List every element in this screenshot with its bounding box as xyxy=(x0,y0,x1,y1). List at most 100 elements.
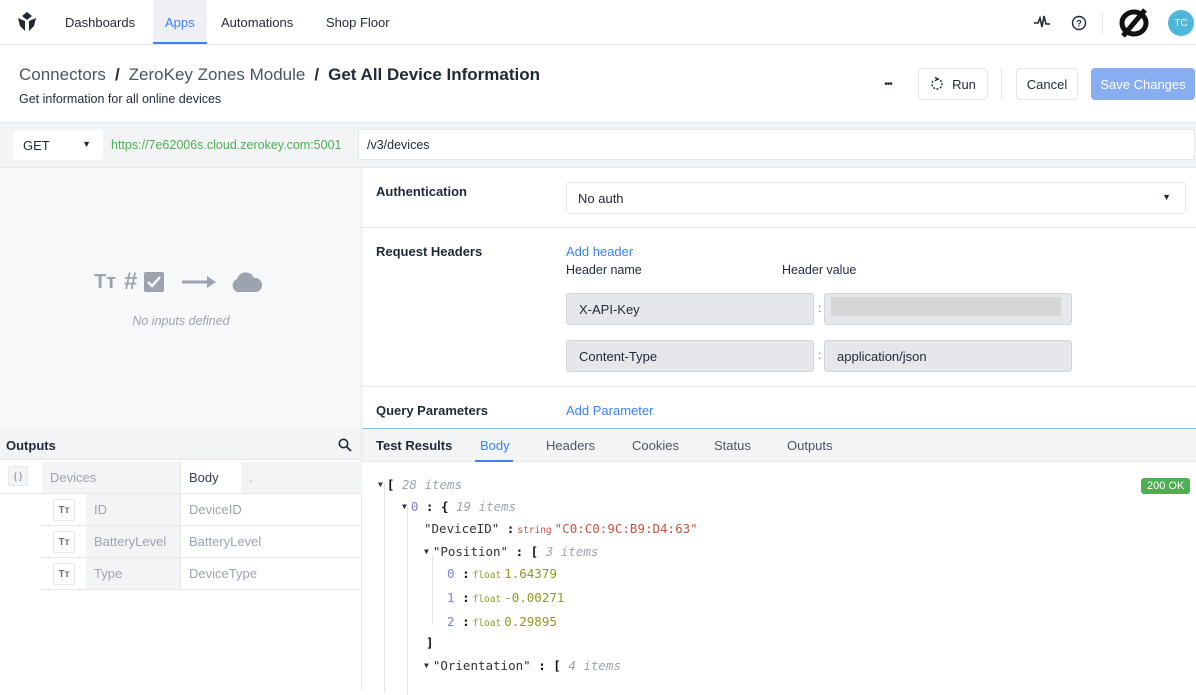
output-field-name: ID xyxy=(86,494,180,525)
top-navigation: Dashboards Apps Automations Shop Floor ?… xyxy=(0,0,1196,45)
json-deviceid-line: "DeviceID" : string "C0:C0:9C:B9:D4:63" xyxy=(424,521,698,536)
nav-apps[interactable]: Apps xyxy=(153,0,207,44)
run-button[interactable]: Run xyxy=(918,68,988,100)
http-method-select[interactable]: GET ▼ xyxy=(13,130,103,160)
header-name-input[interactable]: Content-Type xyxy=(566,340,814,372)
request-headers-label: Request Headers xyxy=(376,244,483,259)
header-name-column: Header name xyxy=(566,263,642,277)
json-index: 0 xyxy=(447,566,455,581)
page-subtitle: Get information for all online devices xyxy=(19,92,222,106)
nav-divider xyxy=(1102,12,1103,34)
text-type-icon: Tт xyxy=(53,531,75,553)
tab-status[interactable]: Status xyxy=(714,438,751,453)
header-name-input[interactable]: X-API-Key xyxy=(566,293,814,325)
output-field-path[interactable]: DeviceID xyxy=(180,494,362,525)
help-icon[interactable]: ? xyxy=(1071,15,1087,31)
colon-separator: : xyxy=(818,301,822,315)
chevron-down-icon: ▼ xyxy=(82,139,91,149)
divider xyxy=(362,386,1196,387)
nav-automations[interactable]: Automations xyxy=(209,0,305,44)
collapse-triangle-icon[interactable]: ▼ xyxy=(378,475,383,495)
indent-guide xyxy=(407,505,408,695)
json-position-line[interactable]: ▼ "Position" : [ 3 items xyxy=(424,542,598,562)
tab-headers[interactable]: Headers xyxy=(546,438,595,453)
output-name: Devices xyxy=(42,462,180,493)
json-orientation-line[interactable]: ▼ "Orientation" : [ 4 items xyxy=(424,656,621,676)
header-divider xyxy=(1001,67,1002,99)
json-key: "Position" xyxy=(432,544,509,559)
text-type-icon: Tт xyxy=(53,499,75,521)
indent-guide xyxy=(384,483,385,693)
json-root-line[interactable]: ▼[ 28 items xyxy=(378,475,462,495)
output-row-id[interactable]: Tт ID DeviceID xyxy=(42,494,362,526)
activity-icon[interactable] xyxy=(1033,14,1051,30)
json-position-close: ] xyxy=(426,635,434,650)
breadcrumb-separator: / xyxy=(114,65,120,84)
item-count: 19 items xyxy=(456,499,517,514)
inputs-illustration: Tт # xyxy=(94,268,263,296)
brand-logo-icon xyxy=(1119,8,1149,38)
collapse-triangle-icon[interactable]: ▼ xyxy=(402,497,407,517)
user-avatar[interactable]: TC xyxy=(1168,10,1194,36)
colon-separator: : xyxy=(818,348,822,362)
run-refresh-icon xyxy=(931,77,943,90)
json-position-0: 0 : float 1.64379 xyxy=(447,566,557,581)
breadcrumb-separator: / xyxy=(314,65,320,84)
tab-body[interactable]: Body xyxy=(480,438,510,453)
endpoint-path-input[interactable]: /v3/devices xyxy=(358,129,1195,160)
tab-cookies[interactable]: Cookies xyxy=(632,438,679,453)
output-source[interactable]: Body xyxy=(180,462,241,493)
text-type-icon: Tт xyxy=(53,563,75,585)
output-row-devices[interactable]: { } Devices Body . xyxy=(0,462,362,494)
test-results-title: Test Results xyxy=(376,438,453,453)
json-position-1: 1 : float -0.00271 xyxy=(447,590,565,605)
page-title: Get All Device Information xyxy=(328,65,541,84)
collapse-triangle-icon[interactable]: ▼ xyxy=(424,542,429,562)
json-index: 0 xyxy=(410,499,419,514)
inputs-panel: Tт # No inputs defined xyxy=(0,168,362,430)
authentication-select[interactable]: No auth ▼ xyxy=(566,182,1186,214)
cloud-icon xyxy=(232,272,263,292)
text-type-icon: Tт xyxy=(94,270,117,293)
collapse-triangle-icon[interactable]: ▼ xyxy=(424,656,429,676)
test-results-panel: Test Results Body Headers Cookies Status… xyxy=(362,428,1196,695)
request-config-panel: Authentication No auth ▼ Request Headers… xyxy=(362,168,1196,428)
json-item-0-line[interactable]: ▼ 0 : { 19 items xyxy=(402,497,516,517)
chevron-down-icon: ▼ xyxy=(1162,192,1171,202)
breadcrumb-connectors[interactable]: Connectors xyxy=(19,65,106,84)
query-parameters-label: Query Parameters xyxy=(376,403,489,418)
item-count: 4 items xyxy=(568,658,621,673)
breadcrumb-module[interactable]: ZeroKey Zones Module xyxy=(129,65,306,84)
nav-dashboards[interactable]: Dashboards xyxy=(53,0,147,44)
output-field-path[interactable]: BatteryLevel xyxy=(180,526,362,557)
output-path[interactable]: . xyxy=(241,462,362,493)
add-header-link[interactable]: Add header xyxy=(566,244,633,259)
output-field-name: BatteryLevel xyxy=(86,526,180,557)
output-field-path[interactable]: DeviceType xyxy=(180,558,362,589)
add-parameter-link[interactable]: Add Parameter xyxy=(566,403,653,418)
header-value-input-redacted[interactable] xyxy=(824,293,1072,325)
checkbox-type-icon xyxy=(144,272,165,292)
nav-shop-floor[interactable]: Shop Floor xyxy=(314,0,402,44)
json-type: float xyxy=(472,594,502,605)
tulip-logo-icon[interactable] xyxy=(16,11,38,33)
json-position-2: 2 : float 0.29895 xyxy=(447,614,557,629)
json-key: "DeviceID" xyxy=(424,521,500,536)
output-row-batterylevel[interactable]: Tт BatteryLevel BatteryLevel xyxy=(42,526,362,558)
object-type-icon: { } xyxy=(8,466,28,486)
number-type-icon: # xyxy=(124,268,138,295)
tab-outputs[interactable]: Outputs xyxy=(787,438,833,453)
json-type: float xyxy=(472,570,502,581)
output-row-type[interactable]: Tт Type DeviceType xyxy=(42,558,362,590)
active-tab-indicator xyxy=(475,460,513,462)
outputs-header: Outputs xyxy=(0,430,361,460)
header-value-input[interactable]: application/json xyxy=(824,340,1072,372)
svg-text:?: ? xyxy=(1076,19,1082,29)
save-changes-button[interactable]: Save Changes xyxy=(1091,68,1195,100)
divider xyxy=(362,227,1196,228)
json-key: "Orientation" xyxy=(432,658,531,673)
search-icon[interactable] xyxy=(338,438,352,452)
cancel-button[interactable]: Cancel xyxy=(1016,68,1078,100)
more-options-button[interactable]: ••• xyxy=(873,68,903,100)
redacted-value xyxy=(831,297,1061,316)
